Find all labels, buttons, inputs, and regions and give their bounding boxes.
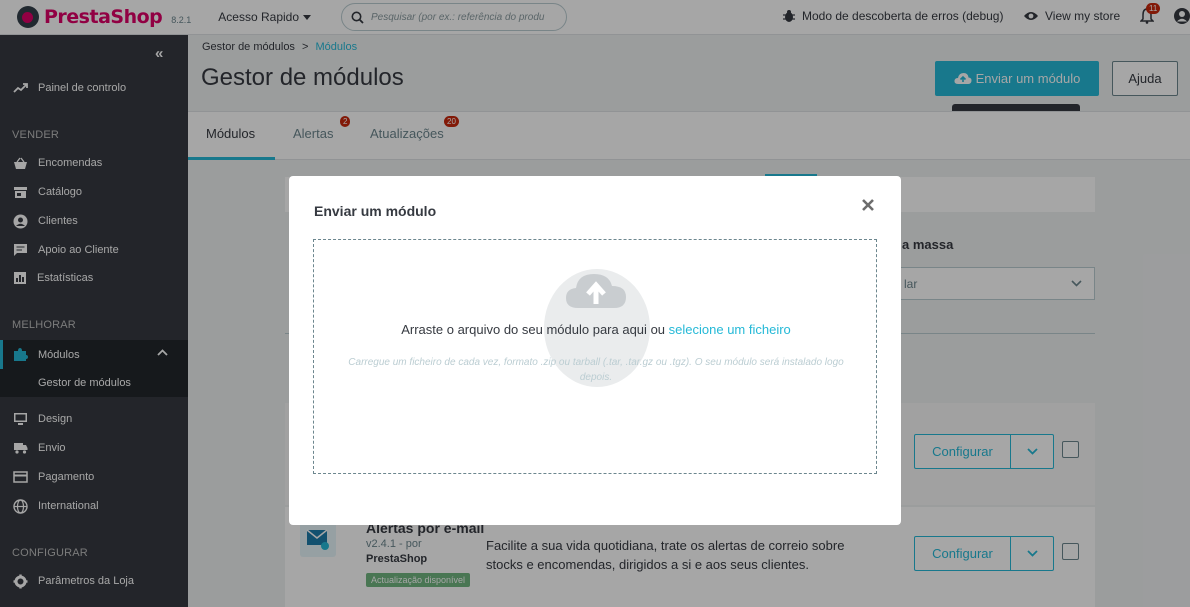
close-icon	[862, 199, 874, 211]
upload-module-modal: Enviar um módulo Arraste o arquivo do se…	[289, 176, 901, 525]
select-file-link[interactable]: selecione um ficheiro	[669, 322, 791, 337]
dropzone-text: Arraste o arquivo do seu módulo para aqu…	[314, 322, 878, 337]
or-label: ou	[650, 322, 666, 337]
drop-instruction: Arraste o arquivo do seu módulo para aqu…	[401, 322, 647, 337]
close-button[interactable]	[861, 198, 875, 212]
modal-title: Enviar um módulo	[314, 203, 437, 219]
dropzone-help-text: Carregue um ficheiro de cada vez, format…	[348, 357, 844, 383]
file-dropzone[interactable]: Arraste o arquivo do seu módulo para aqu…	[313, 239, 877, 474]
cloud-upload-icon	[566, 274, 626, 308]
